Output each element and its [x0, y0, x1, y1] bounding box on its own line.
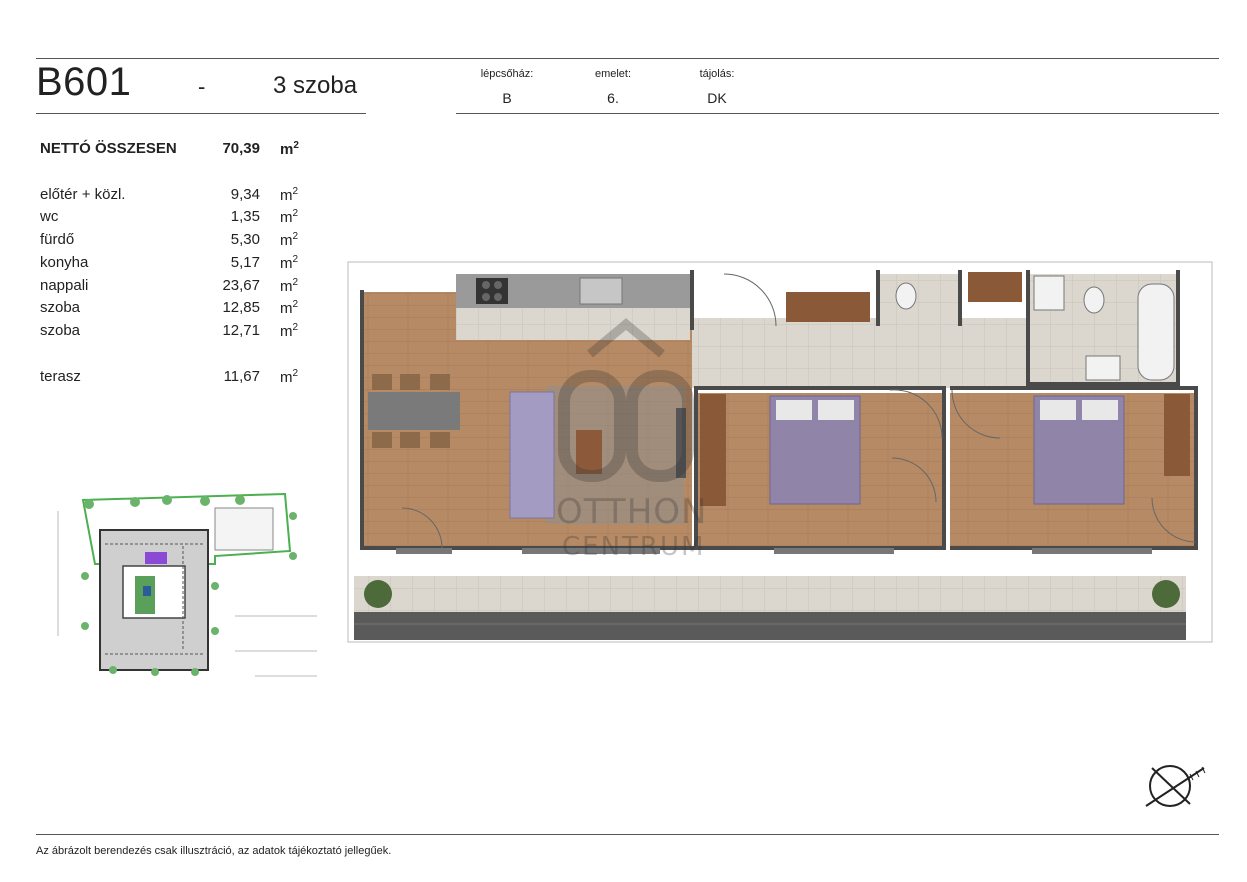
title-underline: [36, 113, 366, 114]
watermark-line1: OTTHON: [556, 492, 708, 532]
orientation-value: DK: [707, 90, 727, 106]
title-dash: -: [198, 74, 206, 99]
watermark-line2: CENTRUM: [562, 532, 706, 562]
room-count: 3 szoba: [273, 72, 358, 99]
site-plan: [55, 486, 320, 681]
meta-underline: [456, 113, 1219, 114]
area-unit: m2: [280, 368, 299, 386]
room-area: 12,85: [222, 299, 260, 316]
net-total-label: NETTÓ ÖSSZESEN: [40, 140, 177, 157]
watermark-logo: [558, 318, 694, 482]
terrace-name: terasz: [40, 368, 81, 385]
area-unit: m2: [280, 299, 299, 317]
area-unit: m2: [280, 186, 299, 204]
terrace-row: terasz 11,67 m2: [40, 368, 310, 390]
room-area: 5,30: [230, 231, 260, 248]
floor-label: emelet:: [594, 68, 632, 80]
area-row: szoba 12,71 m2: [40, 322, 310, 344]
terrace-area: 11,67: [223, 368, 260, 385]
room-name: konyha: [40, 254, 89, 271]
floor-plan: [347, 261, 1213, 643]
area-row: nappali 23,67 m2: [40, 277, 310, 299]
floor-value: 6.: [607, 90, 619, 106]
disclaimer: Az ábrázolt berendezés csak illusztráció…: [36, 845, 392, 857]
area-unit: m2: [280, 140, 299, 158]
area-row: szoba 12,85 m2: [40, 299, 310, 321]
staircase-label: lépcsőház:: [480, 68, 534, 80]
staircase-value: B: [502, 90, 512, 106]
area-unit: m2: [280, 277, 299, 295]
watermark: OTTHON CENTRUM: [556, 318, 706, 568]
area-unit: m2: [280, 322, 299, 340]
room-area: 23,67: [222, 277, 260, 294]
area-unit: m2: [280, 231, 299, 249]
north-arrow-icon: [1145, 765, 1206, 807]
area-unit: m2: [280, 254, 299, 272]
area-row: fürdő 5,30 m2: [40, 231, 310, 253]
top-rule: [36, 58, 1219, 59]
room-name: előtér + közl.: [40, 186, 126, 203]
net-total-row: NETTÓ ÖSSZESEN 70,39 m2: [40, 140, 310, 162]
room-area: 5,17: [230, 254, 260, 271]
room-name: fürdő: [40, 231, 75, 248]
room-name: nappali: [40, 277, 89, 294]
area-row: konyha 5,17 m2: [40, 254, 310, 276]
area-row: előtér + közl. 9,34 m2: [40, 186, 310, 208]
area-row: wc 1,35 m2: [40, 208, 310, 230]
room-area: 9,34: [230, 186, 260, 203]
room-name: wc: [40, 208, 59, 225]
room-name: szoba: [40, 322, 81, 339]
room-name: szoba: [40, 299, 81, 316]
room-area: 12,71: [222, 322, 260, 339]
area-unit: m2: [280, 208, 299, 226]
room-area: 1,35: [230, 208, 260, 225]
orientation-label: tájolás:: [699, 68, 735, 80]
unit-code: B601: [36, 60, 132, 104]
footer-rule: [36, 834, 1219, 835]
net-total-value: 70,39: [222, 140, 260, 157]
